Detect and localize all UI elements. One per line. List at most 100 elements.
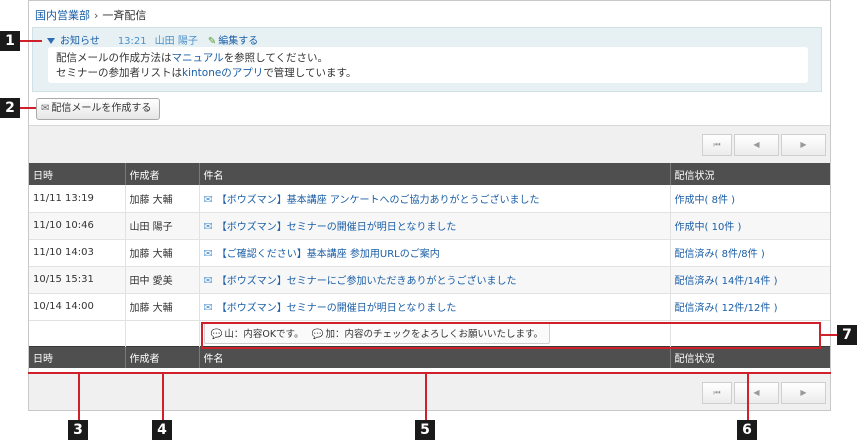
row-subject: ✉ 【ボウズマン】セミナーにご参加いただきありがとうございました bbox=[198, 266, 670, 294]
callout-3-line bbox=[78, 372, 80, 420]
status-link[interactable]: 作成中( 8件 ) bbox=[675, 195, 736, 206]
subject-link[interactable]: 【ご確認ください】基本講座 参加用URLのご案内 bbox=[217, 249, 440, 260]
message-icon: ✉ bbox=[203, 274, 213, 287]
notice-body: 配信メールの作成方法はマニュアルを参照してください。 セミナーの参加者リストはk… bbox=[48, 47, 808, 83]
callout-2-line bbox=[20, 107, 36, 109]
callout-3: 3 bbox=[68, 420, 88, 440]
next-page-button[interactable]: ▶ bbox=[781, 382, 826, 404]
row-status: 作成中( 8件 ) bbox=[669, 185, 830, 213]
callout-6-line bbox=[747, 372, 749, 420]
table-row[interactable]: 11/10 10:46 山田 陽子 ✉ 【ボウズマン】セミナーの開催日が明日となり… bbox=[29, 212, 830, 240]
row-date: 10/15 15:31 bbox=[29, 266, 125, 294]
row-date: 11/11 13:19 bbox=[29, 185, 125, 213]
col-status-header[interactable]: 配信状況 bbox=[669, 163, 830, 185]
row-author: 加藤 大輔 bbox=[124, 185, 199, 213]
comment-spacer bbox=[124, 320, 199, 346]
status-link[interactable]: 配信済み( 14件/14件 ) bbox=[675, 276, 778, 287]
subject-link[interactable]: 【ボウズマン】基本講座 アンケートへのご協力ありがとうございました bbox=[217, 195, 540, 206]
notice-user[interactable]: 山田 陽子 bbox=[155, 36, 198, 47]
message-icon: ✉ bbox=[203, 301, 213, 314]
row-date: 10/14 14:00 bbox=[29, 293, 125, 321]
status-link[interactable]: 配信済み( 8件/8件 ) bbox=[675, 249, 765, 260]
prev-page-button[interactable]: ◀ bbox=[734, 134, 779, 156]
callout-7-line bbox=[821, 334, 838, 336]
callout-5-line bbox=[425, 372, 427, 420]
table-header-row: 日時 作成者 件名 配信状況 bbox=[29, 163, 830, 185]
callout-4-line bbox=[162, 372, 164, 420]
first-page-button[interactable]: ⏮ bbox=[702, 134, 732, 156]
row-subject: ✉ 【ボウズマン】セミナーの開催日が明日となりました bbox=[198, 293, 670, 321]
mail-icon: ✉ bbox=[41, 103, 50, 114]
col-author-footer[interactable]: 作成者 bbox=[124, 345, 199, 368]
callout-7: 7 bbox=[837, 325, 857, 345]
row-status: 作成中( 10件 ) bbox=[669, 212, 830, 240]
col-date-footer[interactable]: 日時 bbox=[29, 345, 125, 368]
callout-5: 5 bbox=[415, 420, 435, 440]
col-author-header[interactable]: 作成者 bbox=[124, 163, 199, 185]
top-pager-bar: ⏮ ◀ ▶ bbox=[29, 125, 830, 163]
footer-underline bbox=[28, 372, 831, 374]
callout-1-line bbox=[20, 40, 42, 42]
comment-highlight-box bbox=[201, 322, 821, 349]
next-page-button[interactable]: ▶ bbox=[781, 134, 826, 156]
bottom-pager: ⏮ ◀ ▶ bbox=[700, 382, 826, 404]
table-row[interactable]: 10/14 14:00 加藤 大輔 ✉ 【ボウズマン】セミナーの開催日が明日となり… bbox=[29, 293, 830, 321]
subject-link[interactable]: 【ボウズマン】セミナーの開催日が明日となりました bbox=[217, 222, 457, 233]
manual-link[interactable]: マニュアル bbox=[172, 52, 224, 64]
col-status-footer[interactable]: 配信状況 bbox=[669, 345, 830, 368]
row-status: 配信済み( 12件/12件 ) bbox=[669, 293, 830, 321]
triangle-down-icon[interactable] bbox=[47, 38, 55, 44]
message-icon: ✉ bbox=[203, 247, 213, 260]
callout-2: 2 bbox=[0, 98, 20, 118]
bottom-pager-bar: ⏮ ◀ ▶ bbox=[29, 374, 830, 410]
notice-title[interactable]: お知らせ bbox=[60, 36, 100, 47]
row-author: 田中 愛美 bbox=[124, 266, 199, 294]
message-icon: ✉ bbox=[203, 220, 213, 233]
callout-1: 1 bbox=[0, 31, 20, 51]
notice-text: で管理しています。 bbox=[263, 67, 357, 79]
notice-text: 配信メールの作成方法は bbox=[56, 52, 172, 64]
first-page-button[interactable]: ⏮ bbox=[702, 382, 732, 404]
table-footer-row: 日時 作成者 件名 配信状況 bbox=[29, 345, 830, 368]
status-link[interactable]: 配信済み( 12件/12件 ) bbox=[675, 303, 778, 314]
kintone-app-link[interactable]: kintoneのアプリ bbox=[182, 67, 263, 79]
table-row[interactable]: 11/11 13:19 加藤 大輔 ✉ 【ボウズマン】基本講座 アンケートへのご協… bbox=[29, 185, 830, 213]
edit-notice-link[interactable]: 編集する bbox=[218, 36, 258, 47]
notice-time: 13:21 bbox=[117, 36, 147, 47]
notice-panel: お知らせ 13:21 山田 陽子 ✎ 編集する 配信メールの作成方法はマニュアルを参照し… bbox=[32, 27, 822, 92]
row-subject: ✉ 【ボウズマン】基本講座 アンケートへのご協力ありがとうございました bbox=[198, 185, 670, 213]
row-date: 11/10 10:46 bbox=[29, 212, 125, 240]
row-subject: ✉ 【ご確認ください】基本講座 参加用URLのご案内 bbox=[198, 239, 670, 267]
notice-line-1: 配信メールの作成方法はマニュアルを参照してください。 bbox=[56, 51, 800, 66]
pencil-icon: ✎ bbox=[207, 36, 217, 47]
create-mail-label: 配信メールを作成する bbox=[51, 103, 152, 114]
col-subject-header[interactable]: 件名 bbox=[198, 163, 670, 185]
breadcrumb: 国内営業部 › 一斉配信 bbox=[35, 7, 146, 23]
subject-link[interactable]: 【ボウズマン】セミナーの開催日が明日となりました bbox=[217, 303, 457, 314]
notice-header: お知らせ 13:21 山田 陽子 ✎ 編集する bbox=[47, 32, 258, 47]
row-status: 配信済み( 8件/8件 ) bbox=[669, 239, 830, 267]
row-date: 11/10 14:03 bbox=[29, 239, 125, 267]
row-author: 加藤 大輔 bbox=[124, 293, 199, 321]
table-row[interactable]: 10/15 15:31 田中 愛美 ✉ 【ボウズマン】セミナーにご参加いただきあり… bbox=[29, 266, 830, 294]
top-pager: ⏮ ◀ ▶ bbox=[700, 134, 826, 156]
table-row[interactable]: 11/10 14:03 加藤 大輔 ✉ 【ご確認ください】基本講座 参加用URLの… bbox=[29, 239, 830, 267]
notice-text: を参照してください。 bbox=[223, 52, 329, 64]
breadcrumb-separator: › bbox=[94, 9, 99, 22]
notice-text: セミナーの参加者リストは bbox=[56, 67, 182, 79]
prev-page-button[interactable]: ◀ bbox=[734, 382, 779, 404]
callout-4: 4 bbox=[152, 420, 172, 440]
status-link[interactable]: 作成中( 10件 ) bbox=[675, 222, 742, 233]
row-author: 加藤 大輔 bbox=[124, 239, 199, 267]
row-author: 山田 陽子 bbox=[124, 212, 199, 240]
breadcrumb-current: 一斉配信 bbox=[102, 9, 147, 22]
message-icon: ✉ bbox=[203, 192, 213, 206]
col-date-header[interactable]: 日時 bbox=[29, 163, 125, 185]
row-status: 配信済み( 14件/14件 ) bbox=[669, 266, 830, 294]
notice-line-2: セミナーの参加者リストはkintoneのアプリで管理しています。 bbox=[56, 66, 800, 81]
subject-link[interactable]: 【ボウズマン】セミナーにご参加いただきありがとうございました bbox=[217, 276, 517, 287]
create-mail-button[interactable]: ✉ 配信メールを作成する bbox=[36, 98, 161, 120]
comment-spacer bbox=[29, 320, 125, 346]
breadcrumb-parent-link[interactable]: 国内営業部 bbox=[35, 9, 90, 22]
col-subject-footer[interactable]: 件名 bbox=[198, 345, 670, 368]
